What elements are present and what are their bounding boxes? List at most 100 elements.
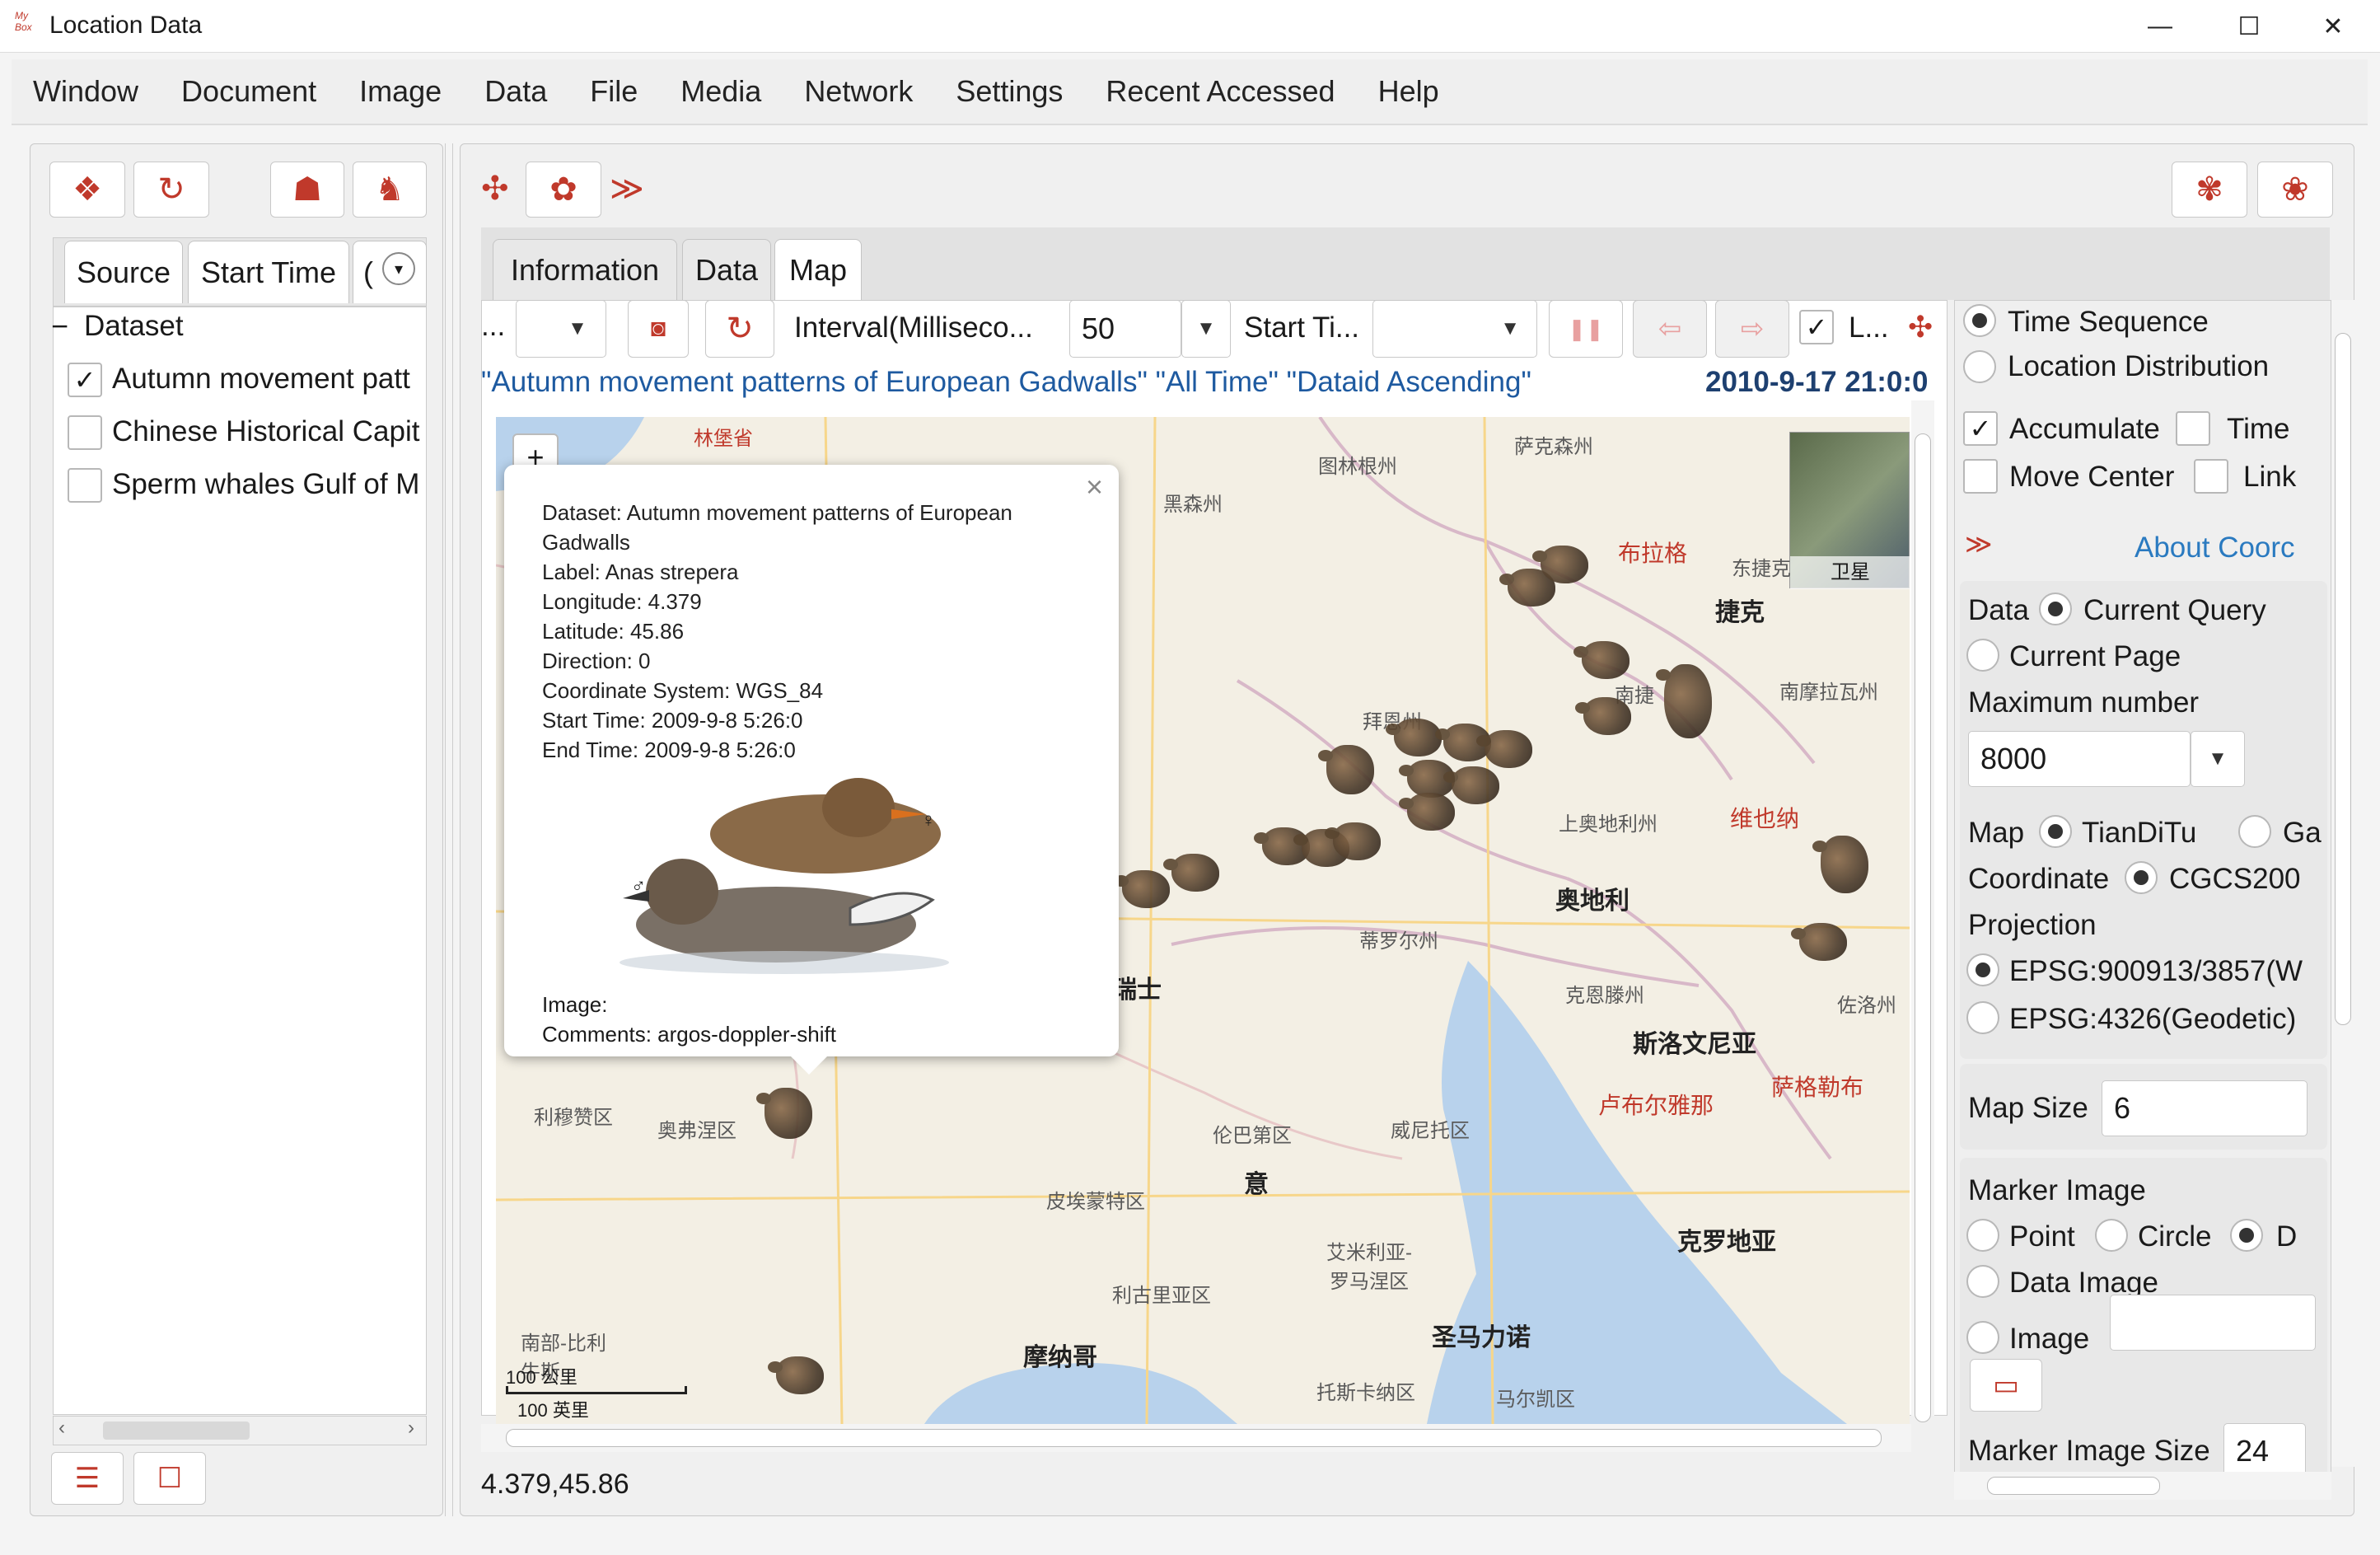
open-folder-button[interactable]: ▭ — [1970, 1359, 2042, 1412]
crab-icon[interactable]: ✣ — [481, 170, 509, 208]
duck-marker[interactable] — [1114, 870, 1170, 908]
current-page-label[interactable]: Current Page — [2009, 640, 2181, 673]
menu-settings[interactable]: Settings — [934, 74, 1084, 109]
radio-circle[interactable] — [2095, 1219, 2128, 1252]
map-horizontal-scrollbar[interactable] — [481, 1424, 1911, 1452]
menu-media[interactable]: Media — [659, 74, 783, 109]
menu-file[interactable]: File — [568, 74, 659, 109]
time-label[interactable]: Time — [2227, 413, 2289, 446]
duck-marker[interactable] — [1656, 664, 1712, 738]
flower-tool-button[interactable]: ❖ — [49, 162, 125, 218]
pause-button[interactable]: ❚❚ — [1549, 300, 1623, 358]
lotus-tool-button[interactable]: ✿ — [526, 162, 601, 218]
maximize-button[interactable]: ☐ — [2214, 7, 2284, 46]
scroll-right-icon[interactable]: › — [408, 1417, 414, 1440]
refresh-button[interactable]: ↻ — [133, 162, 209, 218]
cgcs-label[interactable]: CGCS200 — [2169, 863, 2301, 896]
link-checkbox[interactable] — [2194, 459, 2228, 494]
scrollbar-thumb[interactable] — [103, 1422, 250, 1440]
duck-marker[interactable] — [1532, 546, 1588, 583]
dataset-checkbox-1[interactable]: ✓ — [68, 363, 102, 397]
menu-data[interactable]: Data — [463, 74, 568, 109]
coral-tool-button[interactable]: ✾ — [2172, 162, 2247, 218]
accumulate-label[interactable]: Accumulate — [2009, 413, 2160, 446]
accumulate-checkbox[interactable]: ✓ — [1963, 411, 1998, 446]
gaode-label[interactable]: Ga — [2283, 817, 2322, 850]
radio-d[interactable] — [2230, 1219, 2263, 1252]
menu-recent-accessed[interactable]: Recent Accessed — [1084, 74, 1356, 109]
duck-marker[interactable] — [1443, 766, 1499, 804]
duck-marker[interactable] — [1791, 923, 1847, 961]
dataset-checkbox-3[interactable] — [68, 468, 102, 503]
radio-epsg-4326[interactable] — [1966, 1001, 1999, 1034]
menu-document[interactable]: Document — [160, 74, 338, 109]
radio-cgcs[interactable] — [2125, 861, 2158, 894]
duck-marker[interactable] — [1318, 745, 1374, 794]
marker-image-size-input[interactable]: 24 — [2223, 1423, 2306, 1479]
start-time-select[interactable]: ▼ — [1372, 300, 1537, 358]
radio-data-image[interactable] — [1966, 1265, 1999, 1298]
radio-tianditu[interactable] — [2039, 815, 2072, 848]
tree-collapse-icon[interactable]: − — [51, 310, 74, 343]
loop-checkbox[interactable]: ✓ — [1799, 310, 1834, 344]
link-label[interactable]: Link — [2243, 461, 2296, 494]
menu-network[interactable]: Network — [783, 74, 934, 109]
mask-tool-button[interactable]: ☗ — [270, 162, 344, 218]
marker-select[interactable]: ▼ — [516, 300, 606, 358]
scrollbar-thumb[interactable] — [1915, 433, 1931, 1422]
time-checkbox[interactable] — [2176, 411, 2210, 446]
scroll-left-icon[interactable]: ‹ — [58, 1417, 65, 1440]
column-menu-chevron-icon[interactable]: ▾ — [382, 252, 415, 285]
tree-root-dataset[interactable]: Dataset — [84, 310, 184, 343]
duck-marker[interactable] — [1575, 697, 1631, 735]
column-header-source[interactable]: Source — [64, 241, 183, 303]
point-label[interactable]: Point — [2009, 1220, 2075, 1253]
column-header-start-time[interactable]: Start Time — [188, 241, 349, 303]
panel-splitter[interactable] — [445, 143, 453, 1516]
menu-image[interactable]: Image — [338, 74, 463, 109]
duck-marker[interactable] — [1399, 793, 1455, 831]
map-vertical-scrollbar[interactable] — [1911, 400, 1934, 1422]
scrollbar-thumb[interactable] — [1987, 1477, 2160, 1495]
satellite-toggle[interactable]: 卫星 — [1789, 432, 1910, 589]
radio-current-page[interactable] — [1966, 639, 1999, 672]
radio-gaode[interactable] — [2238, 815, 2271, 848]
list-view-button[interactable]: ☰ — [51, 1452, 124, 1505]
duck-marker[interactable] — [1386, 719, 1442, 756]
radio-point[interactable] — [1966, 1219, 1999, 1252]
location-distribution-label[interactable]: Location Distribution — [2008, 350, 2269, 383]
interval-input[interactable]: 50 — [1069, 300, 1181, 358]
duck-marker[interactable] — [756, 1088, 812, 1139]
options-horizontal-scrollbar[interactable] — [1954, 1472, 2331, 1500]
options-vertical-scrollbar[interactable] — [2331, 300, 2354, 1467]
tab-information[interactable]: Information — [493, 239, 677, 300]
frame-view-button[interactable]: ☐ — [133, 1452, 206, 1505]
next-button[interactable]: ⇨ — [1715, 300, 1789, 358]
close-window-button[interactable]: ✕ — [2298, 7, 2368, 46]
dataset-checkbox-2[interactable] — [68, 415, 102, 450]
max-number-input[interactable]: 8000 — [1968, 731, 2191, 787]
scrollbar-thumb[interactable] — [506, 1429, 1882, 1447]
duck-marker[interactable] — [1163, 854, 1219, 892]
duck-marker[interactable] — [1325, 822, 1381, 860]
d-label[interactable]: D — [2276, 1220, 2297, 1253]
popup-close-button[interactable]: × — [1086, 470, 1103, 504]
tab-data[interactable]: Data — [682, 239, 771, 300]
dataset-item-label[interactable]: Autumn movement patt — [112, 363, 427, 396]
image-label[interactable]: Image — [2009, 1323, 2089, 1356]
current-query-label[interactable]: Current Query — [2083, 594, 2266, 627]
previous-button[interactable]: ⇦ — [1633, 300, 1707, 358]
circle-label[interactable]: Circle — [2138, 1220, 2211, 1253]
peony-tool-button[interactable]: ❀ — [2257, 162, 2333, 218]
duck-marker[interactable] — [1573, 641, 1630, 679]
epsg-4326-label[interactable]: EPSG:4326(Geodetic) — [2009, 1003, 2296, 1036]
tab-map[interactable]: Map — [774, 239, 862, 300]
tianditu-label[interactable]: TianDiTu — [2082, 817, 2196, 850]
about-coordinate-link[interactable]: About Coorc — [2135, 532, 2295, 564]
duck-marker[interactable] — [768, 1356, 824, 1394]
menu-help[interactable]: Help — [1357, 74, 1461, 109]
duck-marker[interactable] — [1476, 730, 1532, 768]
radio-epsg-3857[interactable] — [1966, 953, 1999, 986]
radio-current-query[interactable] — [2039, 592, 2072, 625]
reload-button[interactable]: ↻ — [705, 300, 774, 358]
